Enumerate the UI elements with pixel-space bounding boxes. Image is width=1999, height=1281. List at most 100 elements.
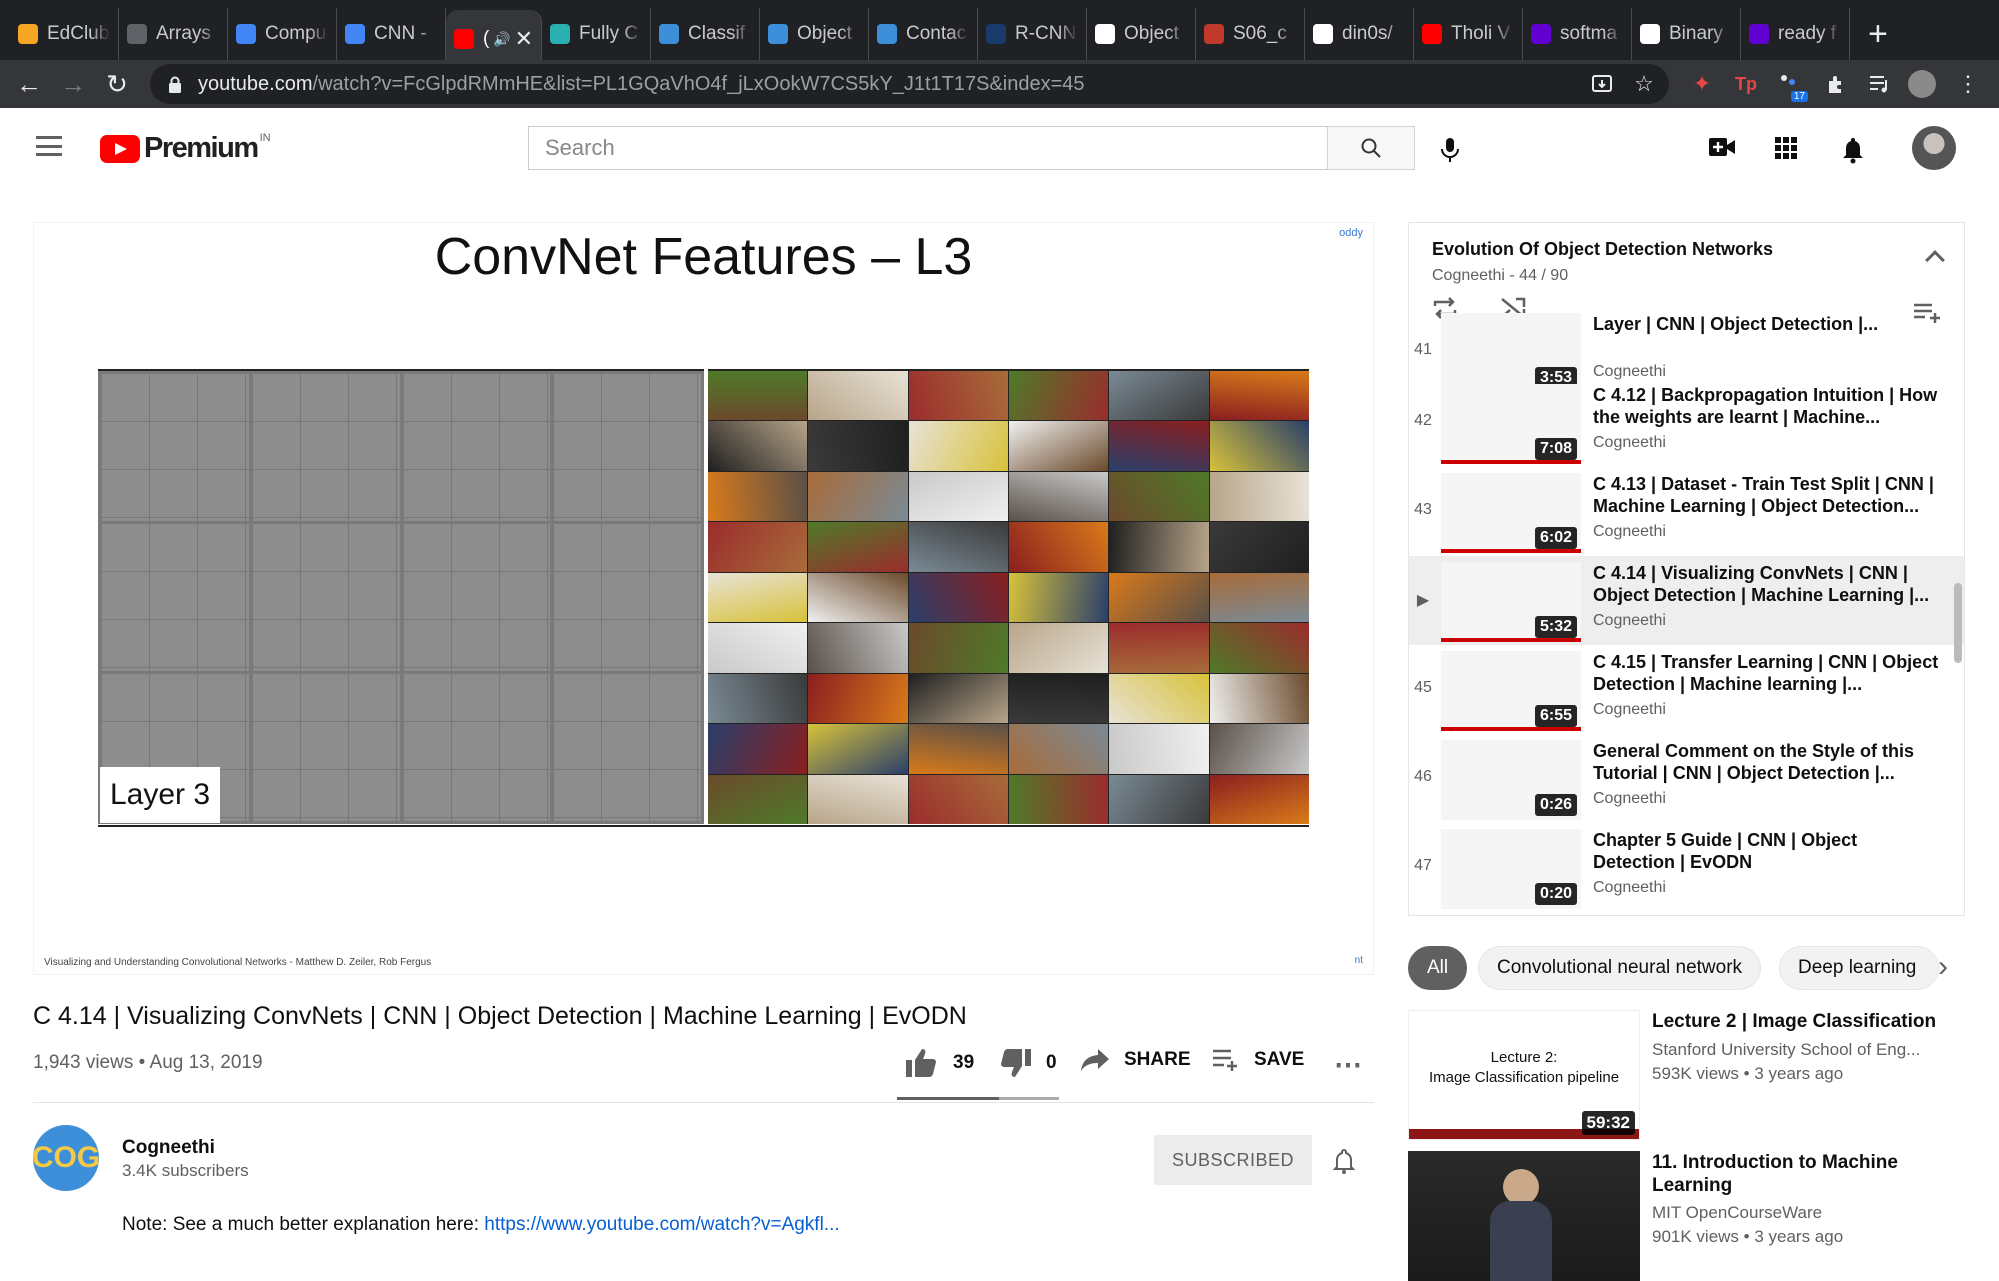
tab-title: Binary (1669, 23, 1723, 44)
microphone-icon[interactable] (1438, 136, 1466, 162)
playlist-item-title: General Comment on the Style of this Tut… (1593, 741, 1915, 783)
browser-tab[interactable]: S06_c (1196, 8, 1305, 60)
filter-chip[interactable]: Convolutional neural network (1478, 946, 1762, 990)
channel-name[interactable]: Cogneethi (122, 1137, 215, 1159)
browser-tab[interactable]: Fully C (542, 8, 651, 60)
playlist-item[interactable]: 45 6:55 C 4.15 | Transfer Learning | CNN |… (1409, 645, 1964, 734)
video-player[interactable]: ConvNet Features – L3 oddy Layer 3 Visua… (33, 222, 1374, 975)
tab-favicon-icon (1640, 24, 1660, 44)
playlist-thumbnail[interactable]: 0:26 (1441, 740, 1581, 820)
profile-avatar-icon[interactable] (1908, 70, 1936, 98)
related-channel[interactable]: MIT OpenCourseWare (1652, 1203, 1822, 1223)
layer3-filter-grid (98, 369, 704, 824)
filter-cell (101, 524, 249, 671)
related-thumbnail[interactable] (1408, 1151, 1640, 1281)
browser-tab[interactable]: Compu (228, 8, 337, 60)
playlist-item[interactable]: 42 7:08 C 4.12 | Backpropagation Intuition… (1409, 378, 1964, 467)
playlist-duration: 7:08 (1534, 438, 1577, 460)
filter-chip[interactable]: All (1408, 946, 1468, 990)
related-title[interactable]: Lecture 2 | Image Classification (1652, 1010, 1952, 1033)
reload-icon[interactable]: ↻ (102, 69, 132, 99)
chips-next-chevron-icon[interactable]: › (1938, 950, 1948, 984)
related-video[interactable]: Lecture 2: Image Classification pipeline… (1408, 1010, 1988, 1140)
image-patch (1109, 774, 1209, 824)
speaker-icon[interactable]: 🔊 (493, 31, 510, 48)
forward-arrow-icon[interactable]: → (58, 69, 88, 99)
dislike-button[interactable]: 0 (998, 1048, 1057, 1078)
browser-tab[interactable]: Binary (1632, 8, 1741, 60)
collapse-chevron-icon[interactable] (1925, 250, 1945, 270)
video-title: C 4.14 | Visualizing ConvNets | CNN | Ob… (33, 1002, 967, 1030)
subscribed-button[interactable]: SUBSCRIBED (1154, 1135, 1312, 1185)
new-tab-button[interactable]: + (1868, 15, 1888, 54)
media-queue-icon[interactable] (1866, 70, 1894, 98)
share-button[interactable]: SHARE (1080, 1048, 1191, 1072)
playlist-thumbnail[interactable]: 6:02 (1441, 473, 1581, 553)
playlist-channel[interactable]: Cogneethi (1432, 267, 1505, 284)
tab-close-icon[interactable]: ✕ (515, 26, 533, 52)
notifications-bell-icon[interactable] (1841, 136, 1869, 164)
playlist-add-icon (1213, 1049, 1237, 1071)
tab-favicon-icon (1095, 24, 1115, 44)
create-video-icon[interactable] (1708, 136, 1736, 162)
browser-tab[interactable]: din0s/ (1305, 8, 1414, 60)
back-arrow-icon[interactable]: ← (14, 69, 44, 99)
save-button[interactable]: SAVE (1212, 1048, 1304, 1072)
related-filter-chips: All Convolutional neural network Deep lear… (1408, 946, 1988, 990)
browser-tab[interactable]: Tholi V (1414, 8, 1523, 60)
browser-tab[interactable]: ready f (1741, 8, 1850, 60)
playlist-item[interactable]: 43 6:02 C 4.13 | Dataset - Train Test Spli… (1409, 467, 1964, 556)
hamburger-menu-icon[interactable] (36, 136, 62, 156)
playlist-thumbnail[interactable]: 6:55 (1441, 651, 1581, 731)
browser-tab[interactable]: Object (1087, 8, 1196, 60)
related-title[interactable]: 11. Introduction to Machine Learning (1652, 1151, 1952, 1197)
tab-title: CNN - (374, 23, 427, 44)
search-button[interactable] (1327, 126, 1415, 170)
related-video[interactable]: 11. Introduction to Machine Learning MIT… (1408, 1151, 1988, 1281)
bookmark-star-icon[interactable]: ☆ (1630, 70, 1658, 98)
channel-bell-icon[interactable] (1332, 1147, 1356, 1174)
image-patch (1209, 724, 1309, 774)
playlist-thumbnail[interactable]: 7:08 (1441, 384, 1581, 464)
kebab-menu-icon[interactable]: ⋮ (1954, 70, 1982, 98)
playlist-index: ▶ (1416, 592, 1430, 609)
browser-tab[interactable]: EdClub (10, 8, 119, 60)
browser-tab[interactable]: Contac (869, 8, 978, 60)
filter-chip[interactable]: Deep learning (1779, 946, 1939, 990)
playlist-item[interactable]: ▶ 5:32 C 4.14 | Visualizing ConvNets | CNN… (1409, 556, 1964, 645)
playlist-thumbnail[interactable]: 0:20 (1441, 829, 1581, 909)
more-actions-icon[interactable]: ⋯ (1334, 1048, 1362, 1081)
slide-corner-text-bottom: nt (1354, 955, 1363, 966)
account-avatar[interactable] (1912, 126, 1956, 170)
address-bar[interactable]: youtube.com/watch?v=FcGlpdRMmHE&list=PL1… (150, 64, 1669, 104)
related-thumbnail[interactable]: Lecture 2: Image Classification pipeline… (1408, 1010, 1640, 1140)
install-app-icon[interactable] (1588, 70, 1616, 98)
browser-tab[interactable]: R-CNN (978, 8, 1087, 60)
youtube-premium-logo[interactable]: Premium IN (100, 132, 271, 165)
search-input[interactable]: Search (528, 126, 1327, 170)
browser-tab[interactable]: Arrays (119, 8, 228, 60)
tab-favicon-icon (768, 24, 788, 44)
related-channel[interactable]: Stanford University School of Eng... (1652, 1040, 1920, 1060)
playlist-scrollbar[interactable] (1954, 583, 1962, 663)
browser-tab[interactable]: softma (1523, 8, 1632, 60)
browser-tab[interactable]: Object (760, 8, 869, 60)
puzzle-extensions-icon[interactable] (1822, 70, 1850, 98)
image-patch (1009, 623, 1109, 673)
image-patch (808, 724, 908, 774)
channel-avatar[interactable]: COG (32, 1125, 100, 1191)
playlist-item[interactable]: 47 0:20 Chapter 5 Guide | CNN | Object Det… (1409, 823, 1964, 912)
tab-title: softma (1560, 23, 1618, 44)
browser-tab[interactable]: CNN - (337, 8, 446, 60)
tab-favicon-icon (1531, 24, 1551, 44)
browser-tab[interactable]: Classif (651, 8, 760, 60)
pattern-extension-icon[interactable]: 17 (1776, 70, 1808, 102)
wand-extension-icon[interactable]: ✦ (1688, 70, 1716, 98)
like-button[interactable]: 39 (905, 1048, 974, 1078)
tp-extension-icon[interactable]: Tp (1732, 70, 1760, 98)
note-link[interactable]: https://www.youtube.com/watch?v=Agkfl... (484, 1214, 839, 1235)
playlist-title[interactable]: Evolution Of Object Detection Networks (1432, 239, 1773, 260)
apps-grid-icon[interactable] (1774, 136, 1802, 162)
playlist-thumbnail[interactable]: 5:32 (1441, 562, 1581, 642)
playlist-item[interactable]: 46 0:26 General Comment on the Style of th… (1409, 734, 1964, 823)
